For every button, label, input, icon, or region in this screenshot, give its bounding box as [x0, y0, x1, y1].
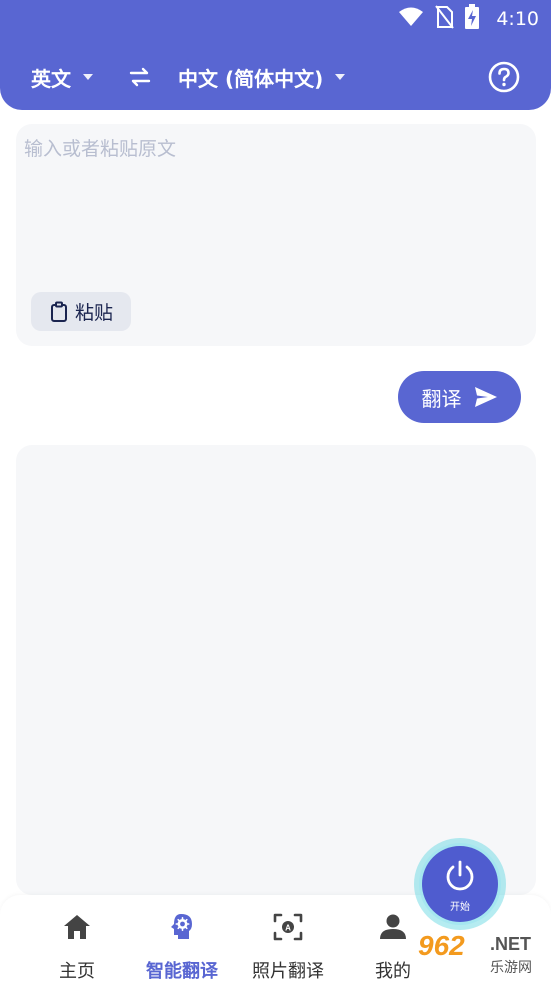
nav-item-smart-translate[interactable]: 智能翻译 — [132, 907, 232, 981]
watermark-number: 962 — [418, 930, 465, 961]
source-text-card: 粘贴 — [16, 124, 536, 346]
photo-translate-icon: A — [273, 913, 303, 941]
status-time: 4:10 — [496, 8, 539, 30]
source-language-dropdown[interactable]: 英文 — [31, 58, 93, 96]
watermark-suffix: .NET — [490, 934, 532, 954]
nav-label-home: 主页 — [59, 961, 95, 981]
translate-label: 翻译 — [421, 386, 462, 411]
wifi-icon — [398, 6, 424, 32]
help-icon — [488, 61, 520, 93]
paste-button[interactable]: 粘贴 — [31, 292, 131, 331]
paste-label: 粘贴 — [74, 302, 113, 324]
smart-translate-icon — [171, 914, 192, 939]
source-language-label: 英文 — [31, 66, 71, 91]
no-sim-icon — [434, 5, 455, 33]
nav-label-photo-translate: 照片翻译 — [252, 961, 324, 981]
source-text-input[interactable] — [24, 134, 524, 284]
chevron-down-icon — [83, 74, 93, 80]
swap-arrows-icon — [129, 67, 151, 87]
target-language-label: 中文 (简体中文) — [178, 66, 324, 91]
nav-item-home[interactable]: 主页 — [27, 907, 127, 981]
clipboard-icon — [50, 301, 67, 322]
battery-charging-icon — [464, 4, 480, 34]
swap-languages-button[interactable] — [125, 62, 155, 92]
site-watermark: 962 .NET 乐游网 — [418, 930, 546, 978]
chevron-down-icon — [335, 74, 346, 80]
home-icon — [64, 915, 90, 939]
nav-item-photo-translate[interactable]: A 照片翻译 — [238, 907, 338, 981]
status-bar: 4:10 — [398, 0, 539, 38]
power-icon — [446, 860, 474, 891]
watermark-site: 乐游网 — [490, 960, 532, 976]
start-label: 开始 — [450, 902, 470, 913]
translate-button[interactable]: 翻译 — [398, 371, 521, 423]
help-button[interactable] — [487, 60, 521, 94]
target-language-dropdown[interactable]: 中文 (简体中文) — [178, 58, 346, 96]
translation-output-card — [16, 445, 536, 895]
svg-text:A: A — [285, 924, 291, 933]
send-icon — [474, 387, 497, 407]
language-selector-row: 英文 中文 (简体中文) — [0, 58, 551, 96]
start-button[interactable]: 开始 — [422, 846, 498, 922]
nav-label-smart-translate: 智能翻译 — [146, 961, 218, 981]
app-header: 4:10 英文 中文 (简体中文) — [0, 0, 551, 110]
profile-icon — [380, 914, 406, 939]
